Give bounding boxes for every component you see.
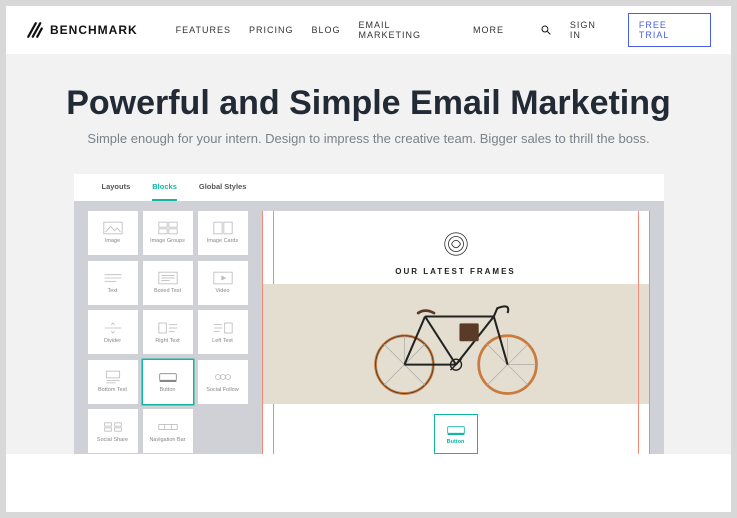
block-text[interactable]: Text (88, 261, 138, 305)
brand-crest-icon (441, 229, 471, 259)
page: BENCHMARK FEATURES PRICING BLOG EMAIL MA… (6, 6, 731, 512)
block-image-groups[interactable]: Image Groups (143, 211, 193, 255)
block-label: Right Text (155, 338, 179, 344)
block-image-cards[interactable]: Image Cards (198, 211, 248, 255)
boxed-text-icon (158, 271, 178, 285)
block-label: Bottom Text (98, 387, 127, 393)
canvas-heading: OUR LATEST FRAMES (263, 267, 649, 276)
benchmark-icon (26, 21, 44, 39)
hero-image (263, 284, 649, 404)
block-label: Left Text (212, 338, 233, 344)
video-icon (213, 271, 233, 285)
block-navigation-bar[interactable]: Navigation Bar (143, 409, 193, 453)
block-label: Image (105, 238, 120, 244)
social-follow-icon (213, 370, 233, 384)
hero-subtitle: Simple enough for your intern. Design to… (6, 131, 731, 146)
block-label: Social Follow (206, 387, 238, 393)
editor-body: Image Image Groups Image Cards Text (74, 201, 664, 454)
nav-features[interactable]: FEATURES (176, 25, 231, 35)
block-left-text[interactable]: Left Text (198, 310, 248, 354)
block-boxed-text[interactable]: Boxed Text (143, 261, 193, 305)
text-icon (103, 271, 123, 285)
sign-in-link[interactable]: SIGN IN (570, 20, 610, 40)
dropped-block-label: Button (447, 439, 465, 445)
nav-email-marketing[interactable]: EMAIL MARKETING (359, 20, 455, 40)
hero-title: Powerful and Simple Email Marketing (6, 84, 731, 123)
tab-blocks[interactable]: Blocks (152, 174, 177, 201)
block-bottom-text[interactable]: Bottom Text (88, 360, 138, 404)
block-image[interactable]: Image (88, 211, 138, 255)
hero: Powerful and Simple Email Marketing Simp… (6, 54, 731, 454)
blocks-palette: Image Image Groups Image Cards Text (88, 211, 248, 454)
nav-more[interactable]: MORE (473, 25, 504, 35)
bottom-text-icon (103, 370, 123, 384)
block-label: Social Share (97, 437, 128, 443)
left-text-icon (213, 321, 233, 335)
tab-layouts[interactable]: Layouts (102, 174, 131, 201)
bicycle-icon (351, 289, 561, 399)
block-right-text[interactable]: Right Text (143, 310, 193, 354)
image-icon (103, 221, 123, 235)
block-label: Text (107, 288, 117, 294)
block-label: Navigation Bar (149, 437, 185, 443)
block-label: Button (160, 387, 176, 393)
dropped-button-block[interactable]: Button (434, 414, 478, 454)
email-canvas[interactable]: OUR LATEST FRAMES (262, 211, 650, 454)
tab-global-styles[interactable]: Global Styles (199, 174, 247, 201)
block-label: Video (216, 288, 230, 294)
block-social-share[interactable]: Social Share (88, 409, 138, 453)
top-nav: BENCHMARK FEATURES PRICING BLOG EMAIL MA… (6, 6, 731, 54)
navigation-bar-icon (158, 420, 178, 434)
block-social-follow[interactable]: Social Follow (198, 360, 248, 404)
block-label: Divider (104, 338, 121, 344)
editor-tabs: Layouts Blocks Global Styles (74, 174, 664, 201)
brand-name: BENCHMARK (50, 23, 138, 37)
image-cards-icon (213, 221, 233, 235)
block-label: Image Groups (150, 238, 185, 244)
block-divider[interactable]: Divider (88, 310, 138, 354)
button-icon (158, 370, 178, 384)
block-label: Boxed Text (154, 288, 181, 294)
nav-blog[interactable]: BLOG (312, 25, 341, 35)
search-icon[interactable] (540, 24, 552, 36)
divider-icon (103, 321, 123, 335)
brand-logo[interactable]: BENCHMARK (26, 21, 138, 39)
nav-pricing[interactable]: PRICING (249, 25, 294, 35)
email-editor: Layouts Blocks Global Styles Image Image… (74, 174, 664, 454)
button-icon (446, 423, 466, 437)
free-trial-button[interactable]: FREE TRIAL (628, 13, 711, 47)
social-share-icon (103, 420, 123, 434)
image-groups-icon (158, 221, 178, 235)
block-button[interactable]: Button (143, 360, 193, 404)
right-text-icon (158, 321, 178, 335)
canvas-content: OUR LATEST FRAMES (263, 211, 649, 454)
block-label: Image Cards (207, 238, 239, 244)
block-video[interactable]: Video (198, 261, 248, 305)
